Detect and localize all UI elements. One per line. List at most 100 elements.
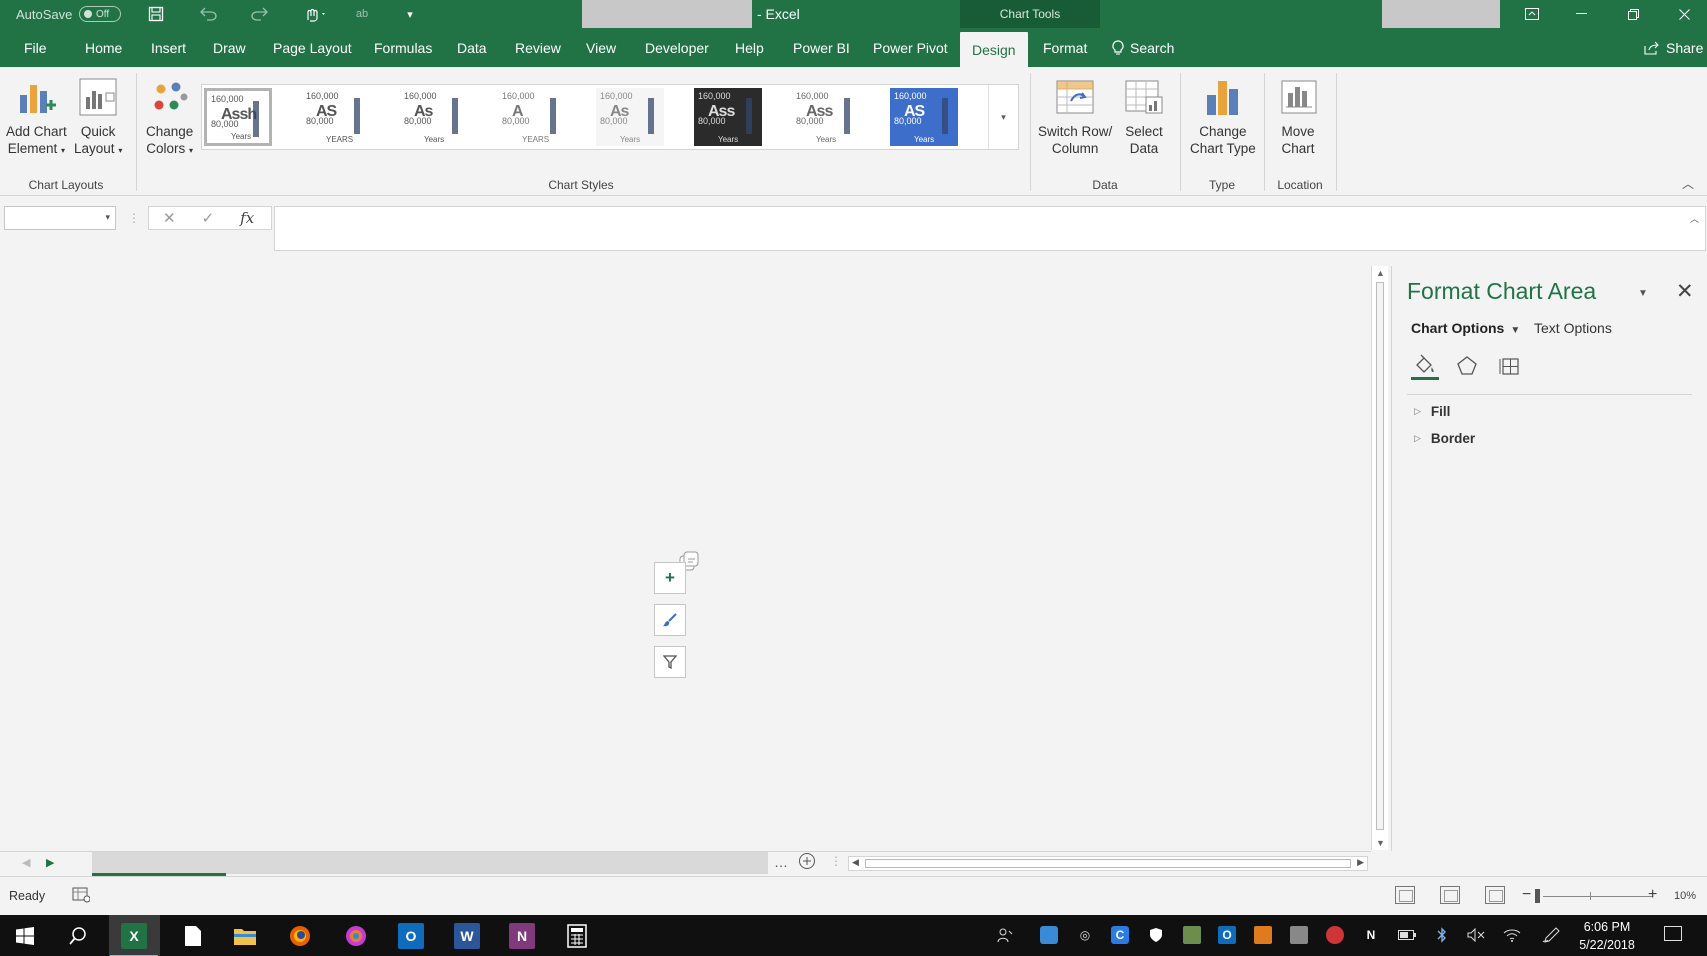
splitter-grip-icon[interactable]: ⋮: [830, 854, 842, 868]
people-icon[interactable]: [996, 926, 1014, 944]
change-colors-button[interactable]: Change Colors ▾: [146, 75, 193, 159]
tray-gray-app-icon[interactable]: [1290, 926, 1308, 944]
chart-styles-button[interactable]: [654, 604, 686, 636]
close-icon[interactable]: [1661, 0, 1707, 28]
next-sheet-icon[interactable]: ▶: [46, 856, 54, 869]
tab-power-bi[interactable]: Power BI: [793, 28, 850, 67]
collapse-ribbon-icon[interactable]: ︿: [1682, 175, 1694, 192]
windows-start-icon[interactable]: [12, 923, 38, 949]
zoom-slider[interactable]: [1543, 896, 1653, 897]
share-button[interactable]: Share: [1644, 28, 1703, 67]
enter-icon[interactable]: ✓: [202, 209, 215, 227]
chart-style-6[interactable]: 160,000 Ass 80,000 Years: [694, 88, 762, 146]
tab-view[interactable]: View: [586, 28, 616, 67]
file-explorer-taskbar-icon[interactable]: [232, 923, 258, 949]
zoom-level[interactable]: 10%: [1674, 890, 1696, 902]
tab-design[interactable]: Design: [960, 32, 1028, 67]
insert-function-icon[interactable]: fx: [240, 209, 254, 227]
battery-icon[interactable]: [1398, 926, 1416, 944]
tab-insert[interactable]: Insert: [151, 28, 186, 67]
sheet-tabs-redacted[interactable]: [92, 852, 768, 876]
bluetooth-icon[interactable]: [1433, 926, 1451, 944]
size-properties-icon[interactable]: [1495, 352, 1523, 380]
chart-elements-button[interactable]: +: [654, 562, 686, 594]
tell-me-search[interactable]: Search: [1112, 28, 1174, 67]
chart-style-4[interactable]: 160,000 A 80,000 YEARS: [498, 88, 566, 146]
vertical-scrollbar[interactable]: ▲ ▼: [1371, 266, 1388, 850]
tab-text-options[interactable]: Text Options: [1534, 320, 1612, 336]
customize-qat-icon[interactable]: ▾: [400, 0, 420, 28]
tab-format[interactable]: Format: [1043, 28, 1087, 67]
tab-help[interactable]: Help: [735, 28, 764, 67]
chart-style-5[interactable]: 160,000 As 80,000 Years: [596, 88, 664, 146]
tray-red-app-icon[interactable]: [1326, 926, 1344, 944]
horizontal-scrollbar[interactable]: ◀ ▶: [848, 856, 1368, 871]
tray-sync-icon[interactable]: ◎: [1076, 926, 1094, 944]
change-chart-type-button[interactable]: Change Chart Type: [1190, 75, 1256, 157]
close-pane-icon[interactable]: ✕: [1676, 279, 1694, 304]
undo-icon[interactable]: [194, 0, 222, 28]
add-chart-element-button[interactable]: Add Chart Element ▾: [6, 75, 67, 159]
tray-c-icon[interactable]: C: [1111, 926, 1129, 944]
chart-style-1[interactable]: 160,000 Assh 80,000 Years: [204, 88, 272, 146]
tab-chart-options[interactable]: Chart Options ▼: [1411, 320, 1520, 336]
chart-style-3[interactable]: 160,000 As 80,000 Years: [400, 88, 468, 146]
chart-style-2[interactable]: 160,000 AS 80,000 YEARS: [302, 88, 370, 146]
tab-data[interactable]: Data: [457, 28, 487, 67]
volume-muted-icon[interactable]: [1467, 926, 1485, 944]
firefox-taskbar-icon[interactable]: [287, 923, 313, 949]
tab-home[interactable]: Home: [85, 28, 122, 67]
search-icon[interactable]: [65, 923, 91, 949]
task-pane-options-icon[interactable]: ▼: [1638, 288, 1648, 299]
scroll-down-icon[interactable]: ▼: [1376, 838, 1385, 848]
onenote-taskbar-icon[interactable]: N: [509, 923, 535, 949]
zoom-in-icon[interactable]: +: [1648, 886, 1657, 904]
touch-mode-icon[interactable]: [298, 0, 334, 28]
security-shield-icon[interactable]: [1147, 926, 1165, 944]
page-break-preview-icon[interactable]: [1485, 886, 1505, 904]
page-layout-view-icon[interactable]: [1440, 886, 1460, 904]
chart-filters-button[interactable]: [654, 646, 686, 678]
tray-orange-app-icon[interactable]: [1254, 926, 1272, 944]
tab-page-layout[interactable]: Page Layout: [273, 28, 352, 67]
name-box[interactable]: ▾: [4, 206, 116, 230]
switch-row-column-button[interactable]: Switch Row/ Column: [1038, 75, 1112, 157]
worksheet-area[interactable]: +: [0, 266, 1371, 851]
tab-formulas[interactable]: Formulas: [374, 28, 432, 67]
formula-input[interactable]: ︿: [274, 206, 1706, 251]
section-border[interactable]: ▷ Border: [1414, 431, 1475, 446]
normal-view-icon[interactable]: [1395, 886, 1415, 904]
quick-layout-button[interactable]: Quick Layout ▾: [74, 75, 122, 159]
account-redacted[interactable]: [1382, 0, 1500, 28]
effects-icon[interactable]: [1453, 352, 1481, 380]
minimize-icon[interactable]: [1558, 0, 1604, 28]
expand-formula-bar-icon[interactable]: ︿: [1690, 212, 1699, 225]
tray-image-icon[interactable]: [1183, 926, 1201, 944]
tab-file[interactable]: File: [24, 28, 47, 67]
taskbar-clock[interactable]: 6:06 PM 5/22/2018: [1571, 918, 1643, 954]
action-center-icon[interactable]: [1664, 926, 1682, 941]
redo-icon[interactable]: [245, 0, 273, 28]
tray-app-icon[interactable]: [1040, 926, 1058, 944]
word-taskbar-icon[interactable]: W: [454, 923, 480, 949]
browser-taskbar-icon[interactable]: [343, 923, 369, 949]
select-data-button[interactable]: Select Data: [1122, 75, 1166, 157]
scroll-up-icon[interactable]: ▲: [1376, 268, 1385, 278]
macro-recording-icon[interactable]: [72, 887, 91, 906]
prev-sheet-icon[interactable]: ◀: [22, 856, 30, 869]
calculator-taskbar-icon[interactable]: [564, 923, 590, 949]
spelling-icon[interactable]: ab: [350, 0, 374, 28]
section-fill[interactable]: ▷ Fill: [1414, 404, 1450, 419]
tab-power-pivot[interactable]: Power Pivot: [873, 28, 948, 67]
horizontal-scroll-thumb[interactable]: [865, 859, 1351, 868]
tab-draw[interactable]: Draw: [213, 28, 246, 67]
name-box-dropdown-icon[interactable]: ▾: [105, 212, 110, 223]
ribbon-display-options-icon[interactable]: [1518, 0, 1546, 28]
vertical-scroll-thumb[interactable]: [1376, 282, 1384, 830]
chart-style-8[interactable]: 160,000 AS 80,000 Years: [890, 88, 958, 146]
save-icon[interactable]: [142, 0, 170, 28]
gallery-more-icon[interactable]: ▾: [988, 85, 1018, 149]
tray-outlook-icon[interactable]: O: [1218, 926, 1236, 944]
zoom-slider-knob[interactable]: [1535, 889, 1540, 903]
tab-developer[interactable]: Developer: [645, 28, 709, 67]
